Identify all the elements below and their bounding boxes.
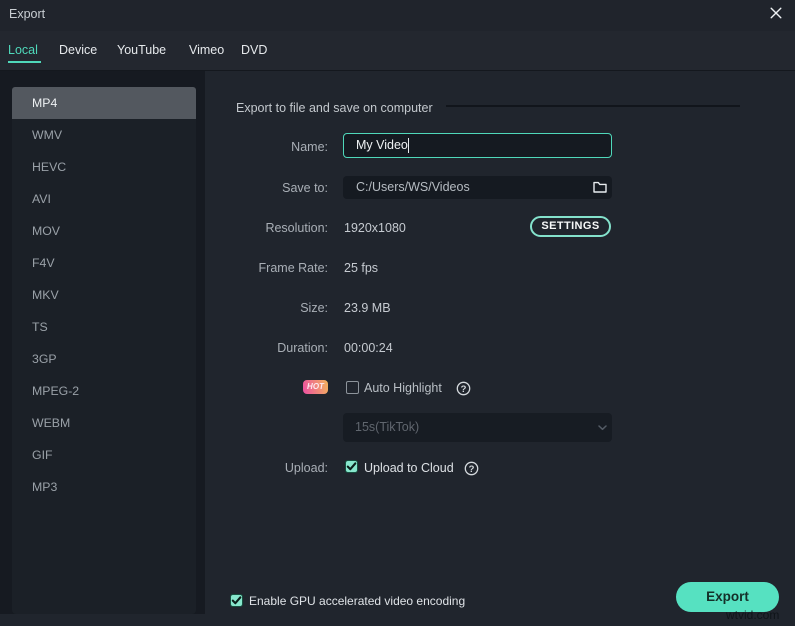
svg-text:?: ? xyxy=(468,464,474,475)
svg-text:?: ? xyxy=(461,383,467,394)
